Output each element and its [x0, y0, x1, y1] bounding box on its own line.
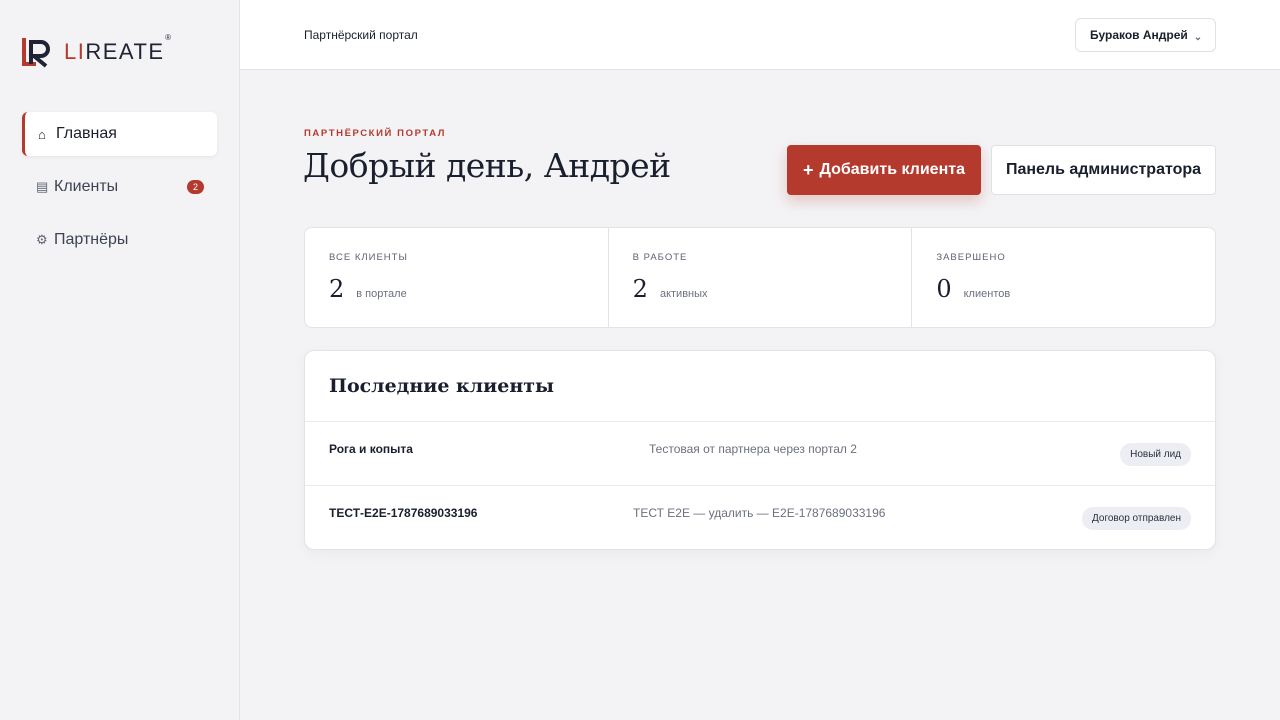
- table-row[interactable]: ТЕСТ-E2E-1787689033196 ТЕСТ E2E — удалит…: [305, 486, 1215, 550]
- topbar: Партнёрский портал Бураков Андрей ⌄: [240, 0, 1280, 70]
- status-badge: Договор отправлен: [1082, 507, 1191, 530]
- stat-value: 2: [632, 275, 648, 303]
- registered-mark: ®: [165, 33, 173, 42]
- stat-note: активных: [659, 288, 708, 300]
- client-name: Рога и копыта: [329, 442, 413, 456]
- logo-mark-icon: [22, 38, 50, 68]
- user-menu-button[interactable]: Бураков Андрей ⌄: [1075, 18, 1216, 52]
- add-client-label: Добавить клиента: [819, 161, 965, 178]
- sidebar: LIREATE ® ⌂ Главная ▤ Клиенты 2 ⚙ Партнёр…: [0, 0, 240, 720]
- stat-label: ВСЕ КЛИЕНТЫ: [329, 252, 408, 263]
- sidebar-item-label: Партнёры: [54, 231, 129, 248]
- sidebar-item-partners[interactable]: ⚙ Партнёры: [22, 218, 217, 262]
- sidebar-item-label: Клиенты: [54, 178, 119, 195]
- stat-note: в портале: [356, 288, 407, 300]
- user-name: Бураков Андрей: [1090, 28, 1188, 42]
- status-badge: Новый лид: [1120, 443, 1191, 466]
- brand-name: LIREATE ®: [64, 33, 173, 64]
- recent-clients-card: Последние клиенты Рога и копыта Тестовая…: [304, 350, 1216, 550]
- sidebar-item-clients[interactable]: ▤ Клиенты 2: [22, 165, 217, 209]
- stat-label: В РАБОТЕ: [632, 252, 688, 263]
- page-eyebrow: ПАРТНЁРСКИЙ ПОРТАЛ: [304, 128, 447, 139]
- clients-count-badge: 2: [186, 180, 204, 194]
- sidebar-item-home[interactable]: ⌂ Главная: [22, 112, 217, 156]
- topbar-title: Партнёрский портал: [304, 28, 418, 42]
- admin-panel-button[interactable]: Панель администратора: [991, 145, 1216, 195]
- stat-label: ЗАВЕРШЕНО: [936, 252, 1006, 263]
- client-name: ТЕСТ-E2E-1787689033196: [329, 506, 478, 520]
- chevron-down-icon: ⌄: [1193, 31, 1203, 43]
- main-content: Партнёрский портал Бураков Андрей ⌄ ПАРТ…: [240, 0, 1280, 720]
- gear-icon: ⚙: [36, 232, 48, 247]
- stat-value: 0: [936, 275, 952, 303]
- sidebar-item-label: Главная: [56, 125, 117, 142]
- stat-value: 2: [329, 275, 345, 303]
- stat-completed: ЗАВЕРШЕНО 0 клиентов: [912, 228, 1215, 327]
- stat-note: клиентов: [963, 288, 1011, 300]
- client-description: Тестовая от партнера через портал 2: [649, 442, 857, 456]
- plus-icon: +: [803, 159, 814, 180]
- stat-in-progress: В РАБОТЕ 2 активных: [609, 228, 913, 327]
- sidebar-nav: ⌂ Главная ▤ Клиенты 2 ⚙ Партнёры: [22, 112, 217, 271]
- home-icon: ⌂: [38, 126, 46, 142]
- table-row[interactable]: Рога и копыта Тестовая от партнера через…: [305, 422, 1215, 486]
- page-title: Добрый день, Андрей: [303, 146, 671, 185]
- stat-all-clients: ВСЕ КЛИЕНТЫ 2 в портале: [305, 228, 609, 327]
- client-description: ТЕСТ E2E — удалить — E2E-1787689033196: [633, 506, 886, 520]
- list-icon: ▤: [36, 179, 49, 194]
- recent-clients-title: Последние клиенты: [305, 351, 1215, 422]
- app: LIREATE ® ⌂ Главная ▤ Клиенты 2 ⚙ Партнёр…: [0, 0, 1280, 720]
- stats-panel: ВСЕ КЛИЕНТЫ 2 в портале В РАБОТЕ 2 актив…: [304, 227, 1216, 328]
- add-client-button[interactable]: + Добавить клиента: [787, 145, 981, 195]
- brand-logo[interactable]: LIREATE ®: [22, 33, 173, 68]
